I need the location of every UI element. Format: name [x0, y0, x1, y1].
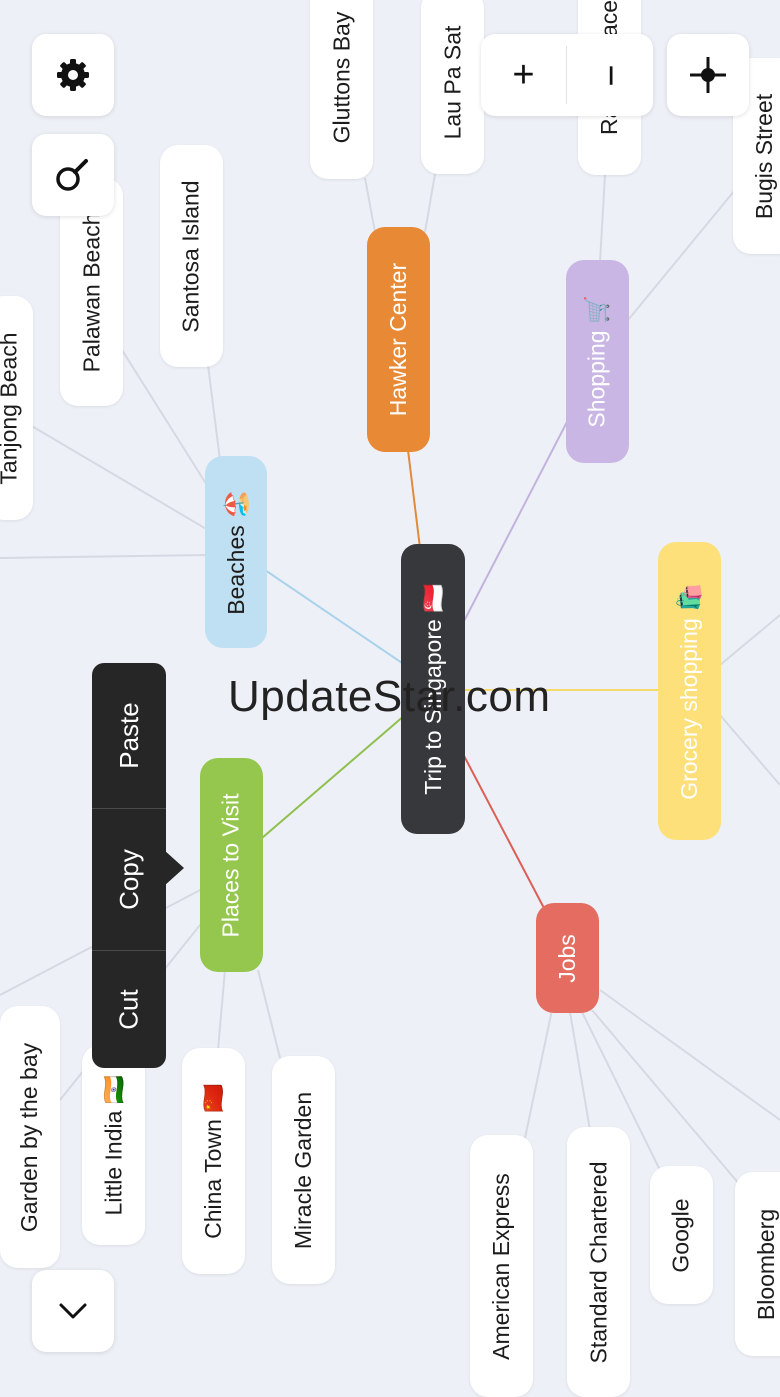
zoom-controls: + − [481, 34, 653, 116]
node-hawker-center[interactable]: Hawker Center [367, 227, 430, 452]
node-china-town[interactable]: China Town 🇨🇳 [182, 1048, 245, 1274]
collapse-button[interactable] [32, 1270, 114, 1352]
gear-icon [57, 59, 89, 91]
chevron-down-icon [59, 1303, 87, 1319]
node-label: Standard Chartered [585, 1160, 612, 1364]
cut-label: Cut [113, 989, 144, 1030]
zoom-out-button[interactable]: − [567, 34, 653, 116]
search-button[interactable] [32, 134, 114, 216]
node-label: Santosa Island [178, 179, 205, 333]
node-label: China Town 🇨🇳 [200, 1083, 227, 1239]
node-tanjong-beach[interactable]: Tanjong Beach [0, 296, 33, 520]
node-santosa-island[interactable]: Santosa Island [160, 145, 223, 367]
edge-jobs-offscreen [599, 989, 780, 1121]
edge-beaches-palawan [121, 349, 211, 491]
node-american-express[interactable]: American Express [470, 1135, 533, 1397]
edge-beaches-santosa [207, 364, 221, 461]
node-label: Google [668, 1197, 695, 1273]
node-label: Palawan Beach [78, 212, 104, 372]
node-little-india[interactable]: Little India 🇮🇳 [82, 1045, 145, 1245]
context-menu-paste[interactable]: Paste [92, 663, 166, 808]
edge-places-chinatown [217, 969, 226, 1051]
search-icon [56, 159, 88, 191]
node-label: Gluttons Bay [328, 11, 354, 143]
context-menu-copy[interactable]: Copy [92, 809, 166, 950]
node-bloomberg[interactable]: Bloomberg [735, 1172, 780, 1356]
node-label: Tanjong Beach [0, 331, 22, 485]
node-label: Shopping 🛒 [584, 295, 611, 428]
settings-button[interactable] [32, 34, 114, 116]
zoom-in-label: + [512, 53, 535, 96]
edge-center-shopping [461, 419, 569, 626]
watermark: UpdateStar.com [228, 672, 551, 721]
edge-center-hawker [407, 449, 421, 549]
recenter-button[interactable] [667, 34, 749, 116]
node-label: Bloomberg [753, 1208, 780, 1320]
edge-center-beaches [264, 569, 406, 666]
node-garden-by-the-bay[interactable]: Garden by the bay [0, 1006, 60, 1268]
edge-places-miracle [257, 969, 281, 1059]
node-label: Grocery shopping 🛍️ [676, 582, 703, 800]
edge-grocery-offscreen-1 [719, 614, 780, 666]
node-jobs[interactable]: Jobs [536, 903, 599, 1013]
node-label: Little India 🇮🇳 [100, 1075, 127, 1215]
node-places-to-visit[interactable]: Places to Visit [200, 758, 263, 972]
copy-label: Copy [113, 849, 144, 910]
edge-beaches-offscreen [0, 554, 209, 559]
node-lau-pa-sat[interactable]: Lau Pa Sat [421, 0, 484, 174]
node-shopping[interactable]: Shopping 🛒 [566, 260, 629, 463]
zoom-out-label: − [589, 63, 632, 87]
edge-center-places [261, 714, 406, 839]
edge-beaches-tanjong [29, 424, 209, 531]
node-label: Lau Pa Sat [439, 25, 465, 139]
paste-label: Paste [113, 702, 144, 769]
node-standard-chartered[interactable]: Standard Chartered [567, 1127, 630, 1397]
node-google[interactable]: Google [650, 1166, 713, 1304]
node-label: American Express [488, 1172, 514, 1360]
node-label: Places to Visit [218, 792, 244, 938]
edge-shopping-raffles [599, 174, 606, 263]
edge-center-jobs [461, 751, 546, 911]
context-menu-pointer [164, 850, 184, 886]
edge-hawker-laupasat [424, 173, 436, 233]
context-menu-cut[interactable]: Cut [92, 951, 166, 1068]
edge-jobs-stanchart [569, 1011, 591, 1131]
node-grocery-shopping[interactable]: Grocery shopping 🛍️ [658, 542, 721, 840]
node-label: Beaches 🏖️ [222, 489, 249, 615]
node-miracle-garden[interactable]: Miracle Garden [272, 1056, 335, 1284]
edge-hawker-gluttons [364, 177, 376, 233]
node-label: Bugis Street [751, 93, 778, 219]
node-gluttons-bay[interactable]: Gluttons Bay [310, 0, 373, 179]
node-label: Garden by the bay [16, 1042, 43, 1232]
node-label: Jobs [554, 933, 580, 983]
node-label: Miracle Garden [290, 1091, 317, 1249]
crosshair-icon [690, 57, 726, 93]
node-label: Hawker Center [385, 262, 412, 417]
node-beaches[interactable]: Beaches 🏖️ [205, 456, 267, 648]
context-menu: Paste Copy Cut [92, 663, 166, 1068]
edge-grocery-offscreen-2 [719, 714, 780, 786]
zoom-in-button[interactable]: + [481, 34, 566, 116]
edge-shopping-bugis [627, 189, 736, 321]
edge-jobs-amex [524, 1009, 553, 1139]
